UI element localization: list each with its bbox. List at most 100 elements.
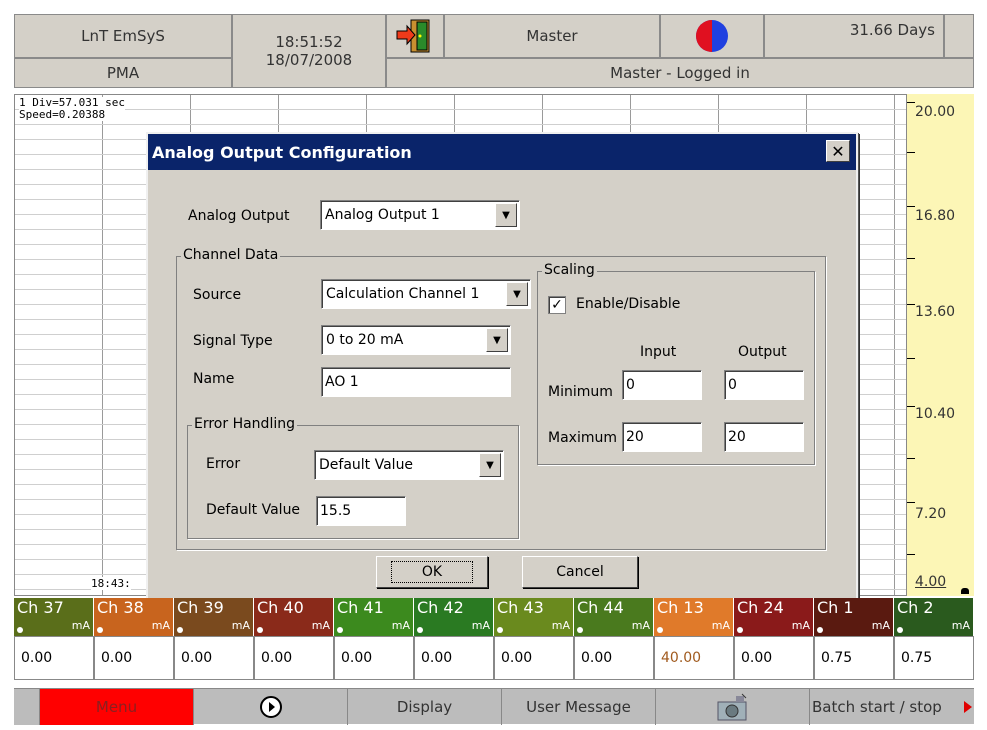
- channel-unit: mA: [231, 619, 250, 632]
- scale-tick: [907, 206, 915, 207]
- chevron-down-icon[interactable]: ▼: [495, 203, 517, 227]
- max-output-field[interactable]: 20: [724, 422, 804, 452]
- channel-name: Ch 13: [657, 598, 704, 617]
- cancel-button[interactable]: Cancel: [522, 556, 638, 588]
- scale-tick: [907, 458, 915, 459]
- error-handling-title: Error Handling: [192, 416, 297, 432]
- channel-unit: mA: [711, 619, 730, 632]
- name-label: Name: [193, 371, 235, 387]
- channel-dot-icon: [17, 627, 23, 633]
- default-value-label: Default Value: [206, 502, 301, 518]
- scale-tick: [907, 406, 915, 407]
- name-input[interactable]: AO 1: [321, 367, 511, 397]
- channel-tile[interactable]: Ch 13 mA: [654, 598, 734, 636]
- max-input-field[interactable]: 20: [622, 422, 702, 452]
- user-cell: Master: [444, 14, 660, 58]
- camera-icon: [717, 693, 746, 721]
- channel-tile[interactable]: Ch 1 mA: [814, 598, 894, 636]
- output-header: Output: [738, 344, 787, 360]
- app-name: LnT EmSyS: [81, 27, 165, 45]
- close-icon[interactable]: ✕: [826, 140, 850, 162]
- channel-dot-icon: [337, 627, 343, 633]
- days-cell: 31.66 Days: [764, 14, 944, 58]
- login-status: Master - Logged in: [610, 64, 750, 82]
- chevron-down-icon[interactable]: ▼: [479, 453, 501, 477]
- channel-name: Ch 43: [497, 598, 544, 617]
- signal-type-value: 0 to 20 mA: [326, 332, 404, 348]
- ok-button[interactable]: OK: [376, 556, 488, 588]
- channel-unit: mA: [311, 619, 330, 632]
- scale-label: 20.00: [915, 104, 956, 120]
- error-select[interactable]: Default Value ▼: [314, 450, 504, 480]
- chevron-down-icon[interactable]: ▼: [486, 328, 508, 352]
- toolbar-spacer: [14, 689, 40, 725]
- channel-name: Ch 42: [417, 598, 464, 617]
- min-input-field[interactable]: 0: [622, 370, 702, 400]
- enable-checkbox[interactable]: ✓: [548, 296, 566, 314]
- error-value: Default Value: [319, 457, 414, 473]
- channel-dot-icon: [897, 627, 903, 633]
- analog-output-select[interactable]: Analog Output 1 ▼: [320, 200, 520, 230]
- channel-tile[interactable]: Ch 39 mA: [174, 598, 254, 636]
- channel-name: Ch 1: [817, 598, 854, 617]
- signal-type-select[interactable]: 0 to 20 mA ▼: [321, 325, 511, 355]
- channel-data-title: Channel Data: [181, 247, 281, 263]
- channel-tile[interactable]: Ch 2 mA: [894, 598, 974, 636]
- channel-unit: mA: [471, 619, 490, 632]
- channel-dot-icon: [257, 627, 263, 633]
- clock-time: 18:51:52: [275, 33, 343, 51]
- channel-name: Ch 2: [897, 598, 934, 617]
- scale-tick: [907, 502, 915, 503]
- chart-time-label: 18:43:: [91, 577, 131, 590]
- datetime-cell: 18:51:52 18/07/2008: [232, 14, 386, 88]
- menu-button[interactable]: Menu: [40, 689, 194, 725]
- snapshot-button[interactable]: [656, 689, 810, 725]
- dialog-titlebar: Analog Output Configuration: [148, 134, 856, 170]
- channel-dot-icon: [97, 627, 103, 633]
- user-name: Master: [526, 27, 578, 45]
- channel-tile[interactable]: Ch 43 mA: [494, 598, 574, 636]
- sub-name-cell: PMA: [14, 58, 232, 88]
- channel-tile[interactable]: Ch 44 mA: [574, 598, 654, 636]
- chevron-down-icon[interactable]: ▼: [506, 282, 528, 306]
- channel-tile[interactable]: Ch 41 mA: [334, 598, 414, 636]
- scale-tick: [907, 258, 915, 259]
- channel-value: 0.00: [14, 636, 94, 680]
- channel-value: 0.00: [414, 636, 494, 680]
- channel-tile[interactable]: Ch 40 mA: [254, 598, 334, 636]
- min-output-field[interactable]: 0: [724, 370, 804, 400]
- source-select[interactable]: Calculation Channel 1 ▼: [321, 279, 531, 309]
- channel-unit: mA: [151, 619, 170, 632]
- channel-tile[interactable]: Ch 24 mA: [734, 598, 814, 636]
- ok-label: OK: [390, 561, 474, 583]
- scale-label: 7.20: [915, 506, 947, 522]
- channel-data-group: Channel Data Source Calculation Channel …: [176, 247, 826, 550]
- channel-tile[interactable]: Ch 42 mA: [414, 598, 494, 636]
- value-scale: 20.00 16.80 13.60 10.40 7.20 4.00: [906, 94, 974, 596]
- scroll-right-icon[interactable]: [962, 689, 974, 725]
- scale-label: 16.80: [915, 208, 956, 224]
- channel-tile[interactable]: Ch 37 mA: [14, 598, 94, 636]
- analog-output-dialog: Analog Output Configuration ✕ Analog Out…: [146, 132, 858, 602]
- channel-value: 0.75: [894, 636, 974, 680]
- source-value: Calculation Channel 1: [326, 286, 480, 302]
- default-value-input[interactable]: 15.5: [316, 496, 406, 526]
- batch-button[interactable]: Batch start / stop: [810, 689, 962, 725]
- channel-unit: mA: [951, 619, 970, 632]
- display-button[interactable]: Display: [348, 689, 502, 725]
- channel-name: Ch 39: [177, 598, 224, 617]
- channel-unit: mA: [71, 619, 90, 632]
- channel-name: Ch 41: [337, 598, 384, 617]
- user-message-button[interactable]: User Message: [502, 689, 656, 725]
- channel-name: Ch 40: [257, 598, 304, 617]
- play-button[interactable]: [194, 689, 348, 725]
- channel-dot-icon: [577, 627, 583, 633]
- input-header: Input: [640, 344, 677, 360]
- channel-name: Ch 38: [97, 598, 144, 617]
- check-icon: ✓: [551, 297, 563, 313]
- error-handling-group: Error Handling Error Default Value ▼ Def…: [187, 416, 519, 539]
- channel-tile[interactable]: Ch 38 mA: [94, 598, 174, 636]
- logout-door-icon[interactable]: [386, 14, 444, 58]
- channel-name: Ch 24: [737, 598, 784, 617]
- dialog-title: Analog Output Configuration: [152, 142, 412, 162]
